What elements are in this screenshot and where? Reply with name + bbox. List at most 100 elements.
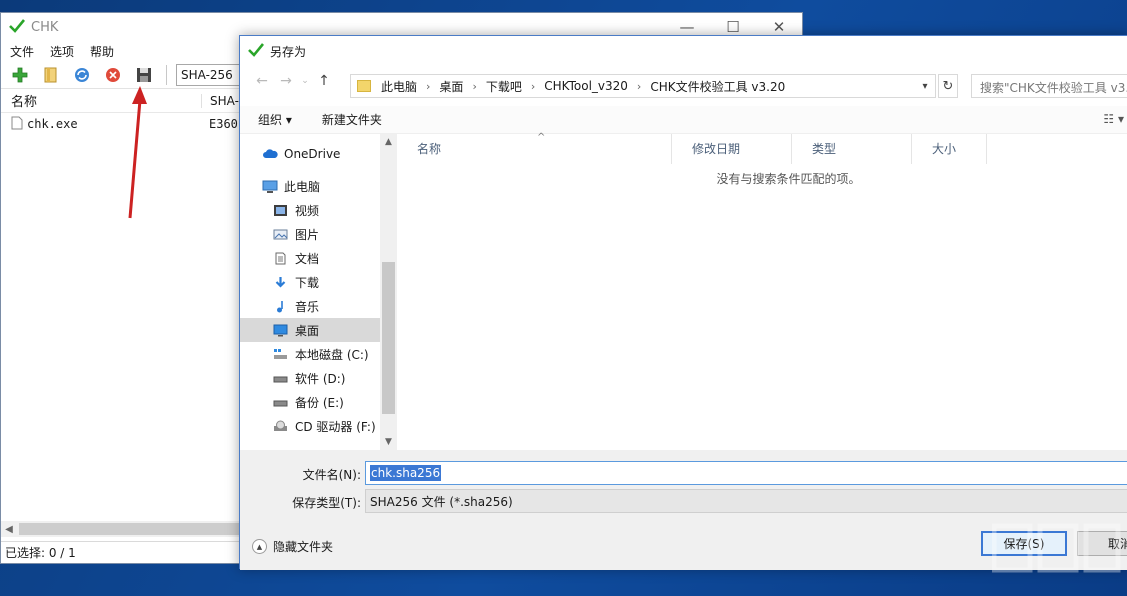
command-bar: 组织 ▾ 新建文件夹 ☷ ▾ — [240, 106, 1127, 134]
horizontal-scrollbar[interactable]: ◀ — [1, 521, 241, 537]
folder-icon — [357, 80, 371, 92]
music-icon — [273, 300, 288, 313]
chk-title: CHK — [31, 20, 58, 35]
up-arrow-icon[interactable]: ↑ — [312, 73, 336, 89]
nav-item-9[interactable]: CD 驱动器 (F:) — [240, 414, 396, 438]
drive-c-icon — [273, 348, 288, 361]
file-icon — [11, 116, 23, 133]
check-logo-icon — [9, 19, 25, 36]
nav-item-0[interactable]: 视频 — [240, 198, 396, 222]
nav-item-label: CD 驱动器 (F:) — [295, 418, 376, 435]
navigation-pane: OneDrive 此电脑 视频图片文档下载音乐桌面本地磁盘 (C:) 软件 (D:… — [240, 134, 396, 450]
nav-item-label: 音乐 — [295, 298, 319, 315]
file-name: chk.exe — [27, 117, 78, 131]
save-as-dialog: 另存为 ← → ⌄ ↑ 此电脑› 桌面› 下载吧› CHKTool_v320› … — [239, 35, 1127, 569]
menu-help[interactable]: 帮助 — [90, 43, 114, 60]
column-name[interactable]: 名称 — [397, 134, 672, 164]
nav-item-5[interactable]: 桌面 — [240, 318, 396, 342]
nav-list: 视频图片文档下载音乐桌面本地磁盘 (C:) 软件 (D:) 备份 (E:) CD 驱动… — [240, 198, 396, 438]
nav-vertical-scrollbar[interactable]: ▲ ▼ — [380, 134, 397, 450]
nav-item-3[interactable]: 下载 — [240, 270, 396, 294]
nav-item-7[interactable]: 软件 (D:) — [240, 366, 396, 390]
nav-item-2[interactable]: 文档 — [240, 246, 396, 270]
hide-folders-button[interactable]: ▲ 隐藏文件夹 — [252, 538, 333, 555]
column-name[interactable]: 名称 — [1, 91, 201, 110]
search-input[interactable]: 搜索"CHK文件校验工具 v3. — [971, 74, 1127, 98]
file-hash: E360 — [201, 117, 238, 131]
dialog-title: 另存为 — [270, 43, 306, 60]
computer-icon — [262, 180, 277, 193]
status-text: 已选择: 0 / 1 — [5, 544, 76, 561]
view-options-icon[interactable]: ☷ ▾ — [1103, 112, 1124, 126]
filename-field[interactable]: chk.sha256 — [365, 461, 1127, 485]
forward-arrow-icon[interactable]: → — [274, 73, 298, 89]
desktop-icon — [273, 324, 288, 337]
new-folder-button[interactable]: 新建文件夹 — [322, 111, 382, 128]
scroll-thumb[interactable] — [382, 262, 395, 414]
scroll-down-icon[interactable]: ▼ — [380, 434, 397, 450]
toolbar-separator — [166, 65, 167, 85]
breadcrumb-item[interactable]: 桌面› — [439, 78, 485, 95]
nav-item-8[interactable]: 备份 (E:) — [240, 390, 396, 414]
chevron-up-icon: ▲ — [252, 539, 267, 554]
save-icon[interactable] — [133, 64, 155, 86]
column-size[interactable]: 大小 — [912, 134, 987, 164]
file-pane: ^ 名称 修改日期 类型 大小 没有与搜索条件匹配的项。 — [397, 134, 1127, 450]
nav-item-label: 软件 (D:) — [295, 370, 345, 387]
empty-message: 没有与搜索条件匹配的项。 — [397, 170, 1127, 187]
cd-drive-icon — [273, 420, 288, 433]
nav-item-onedrive[interactable]: OneDrive — [240, 142, 396, 166]
filename-value: chk.sha256 — [370, 465, 441, 481]
column-hash[interactable]: SHA- — [201, 94, 239, 108]
filetype-label: 保存类型(T): — [292, 494, 361, 511]
back-arrow-icon[interactable]: ← — [250, 73, 274, 89]
recent-dropdown-icon[interactable]: ⌄ — [298, 76, 312, 86]
downloads-icon — [273, 276, 288, 289]
video-icon — [273, 204, 288, 217]
chevron-right-icon: › — [531, 80, 535, 93]
nav-item-4[interactable]: 音乐 — [240, 294, 396, 318]
filename-label: 文件名(N): — [303, 466, 361, 483]
breadcrumb-item[interactable]: 下载吧› — [486, 78, 544, 95]
column-date[interactable]: 修改日期 — [672, 134, 792, 164]
file-columns-header: ^ 名称 修改日期 类型 大小 — [397, 134, 1127, 164]
sort-up-icon: ^ — [537, 132, 545, 143]
drive-icon — [273, 372, 288, 385]
dialog-titlebar: 另存为 — [240, 36, 1127, 66]
breadcrumb-item[interactable]: CHKTool_v320› — [544, 79, 650, 93]
nav-item-1[interactable]: 图片 — [240, 222, 396, 246]
stop-icon[interactable] — [102, 64, 124, 86]
nav-item-label: 图片 — [295, 226, 319, 243]
breadcrumb-item[interactable]: 此电脑› — [381, 78, 439, 95]
nav-item-label: 下载 — [295, 274, 319, 291]
chevron-right-icon: › — [637, 80, 641, 93]
scroll-thumb[interactable] — [19, 523, 241, 535]
drive-icon — [273, 396, 288, 409]
check-logo-icon — [248, 43, 264, 60]
nav-item-thispc[interactable]: 此电脑 — [240, 174, 396, 198]
nav-item-label: 文档 — [295, 250, 319, 267]
pictures-icon — [273, 228, 288, 241]
filetype-select[interactable]: SHA256 文件 (*.sha256) — [365, 489, 1127, 513]
chevron-right-icon: › — [472, 80, 476, 93]
nav-item-6[interactable]: 本地磁盘 (C:) — [240, 342, 396, 366]
address-dropdown-icon[interactable]: ▾ — [915, 81, 935, 92]
scroll-left-icon[interactable]: ◀ — [1, 524, 17, 535]
address-bar[interactable]: 此电脑› 桌面› 下载吧› CHKTool_v320› CHK文件校验工具 v3… — [350, 74, 936, 98]
watermark-logo — [992, 520, 1122, 587]
refresh-button[interactable]: ↻ — [938, 74, 958, 98]
nav-item-label: 视频 — [295, 202, 319, 219]
add-icon[interactable] — [9, 64, 31, 86]
menu-file[interactable]: 文件 — [10, 43, 34, 60]
nav-item-label: 桌面 — [295, 322, 319, 339]
scroll-up-icon[interactable]: ▲ — [380, 134, 397, 150]
column-type[interactable]: 类型 — [792, 134, 912, 164]
menu-options[interactable]: 选项 — [50, 43, 74, 60]
open-folder-icon[interactable] — [40, 64, 62, 86]
refresh-icon[interactable] — [71, 64, 93, 86]
nav-item-label: 本地磁盘 (C:) — [295, 346, 369, 363]
chevron-right-icon: › — [426, 80, 430, 93]
nav-item-label: 备份 (E:) — [295, 394, 344, 411]
organize-button[interactable]: 组织 ▾ — [258, 111, 292, 128]
breadcrumb-item[interactable]: CHK文件校验工具 v3.20 — [650, 78, 785, 95]
